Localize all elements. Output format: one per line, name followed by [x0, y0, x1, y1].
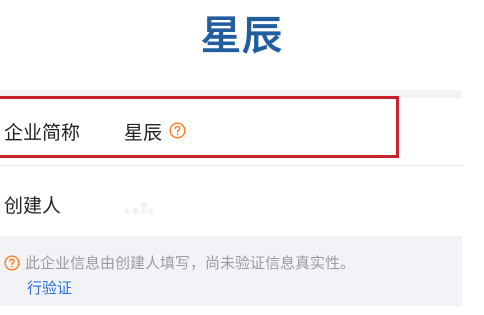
creator-row: 创建人 ˎ¸ˏ̵ˏ: [0, 170, 462, 238]
creator-label: 创建人: [4, 194, 62, 217]
creator-value-redacted: ˎ¸ˏ̵ˏ: [124, 195, 154, 213]
company-short-name-row: 企业简称 星辰: [0, 98, 462, 166]
page-title: 星辰: [201, 13, 283, 59]
company-short-name-value: 星辰: [124, 122, 163, 144]
top-divider: [0, 90, 462, 98]
verify-link[interactable]: 行验证: [27, 278, 72, 298]
info-notice-line: 此企业信息由创建人填写，尚未验证信息真实性。: [4, 253, 454, 273]
question-circle-icon: [4, 255, 20, 271]
info-notice-text: 此企业信息由创建人填写，尚未验证信息真实性。: [25, 254, 356, 272]
company-short-name-label: 企业简称: [4, 122, 81, 144]
question-circle-icon[interactable]: [169, 122, 186, 139]
info-notice-panel: 此企业信息由创建人填写，尚未验证信息真实性。 行验证: [0, 236, 462, 306]
